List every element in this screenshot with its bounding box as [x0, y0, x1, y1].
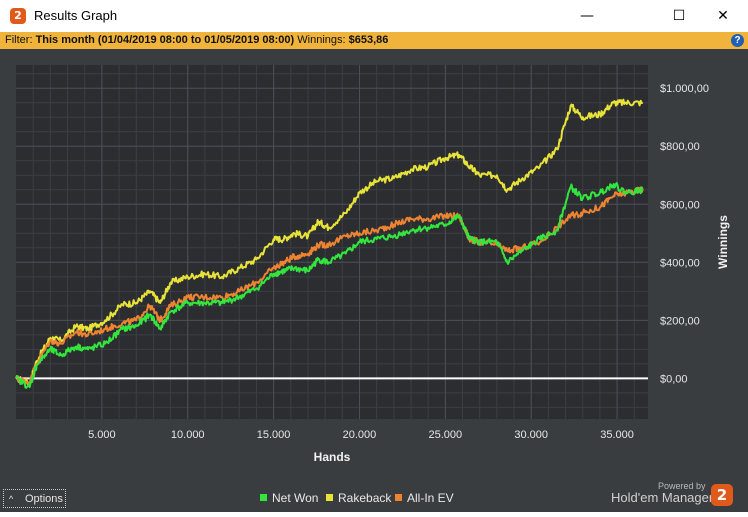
y-tick-label: $200,00: [660, 315, 700, 327]
filter-value: This month (01/04/2019 08:00 to 01/05/20…: [35, 34, 295, 46]
legend-label-net-won: Net Won: [272, 491, 319, 505]
minimize-button[interactable]: —: [564, 0, 610, 32]
maximize-button[interactable]: ☐: [656, 0, 702, 32]
brand-logo-icon: 2: [711, 484, 733, 506]
x-tick-label: 35.000: [600, 429, 634, 441]
legend-swatch-rakeback: [326, 494, 333, 502]
legend-item-all-in-ev[interactable]: All-In EV: [395, 490, 454, 506]
close-button[interactable]: ✕: [700, 0, 746, 32]
y-tick-label: $0,00: [660, 373, 688, 385]
x-tick-label: 25.000: [429, 429, 463, 441]
legend-swatch-net-won: [260, 494, 267, 502]
winnings-value: $653,86: [348, 34, 389, 46]
y-tick-label: $600,00: [660, 199, 700, 211]
filter-label: Filter:: [5, 34, 33, 46]
app-logo-icon: 2: [10, 8, 26, 24]
x-tick-label: 10.000: [171, 429, 205, 441]
x-tick-label: 20.000: [343, 429, 377, 441]
results-graph: 5.000 10.000 15.000 20.000 25.000 30.000 35.00…: [15, 65, 730, 464]
y-tick-label: $800,00: [660, 141, 700, 153]
x-tick-label: 30.000: [514, 429, 548, 441]
legend-label-rakeback: Rakeback: [338, 491, 392, 505]
x-tick-label: 15.000: [257, 429, 291, 441]
plot-background: [16, 65, 648, 419]
x-tick-label: 5.000: [88, 429, 116, 441]
y-tick-labels: $0,00 $200,00 $400,00 $600,00 $800,00 $1.000,…: [660, 83, 709, 385]
y-tick-label: $400,00: [660, 257, 700, 269]
x-tick-labels: 5.000 10.000 15.000 20.000 25.000 30.000 35.00…: [88, 429, 634, 441]
help-icon[interactable]: ?: [731, 34, 744, 47]
y-axis-label: Winnings: [716, 215, 730, 269]
legend-item-net-won[interactable]: Net Won: [260, 490, 318, 506]
legend-item-rakeback[interactable]: Rakeback: [326, 490, 391, 506]
winnings-label: Winnings:: [297, 34, 346, 46]
x-axis-label: Hands: [314, 450, 351, 464]
y-tick-label: $1.000,00: [660, 83, 709, 95]
chart-area: 5.000 10.000 15.000 20.000 25.000 30.000 35.00…: [0, 49, 748, 512]
legend-label-all-in-ev: All-In EV: [407, 491, 454, 505]
filter-bar: Filter: This month (01/04/2019 08:00 to …: [0, 32, 748, 49]
title-bar: 2 Results Graph — ☐ ✕: [0, 0, 748, 32]
window-title: Results Graph: [34, 8, 118, 23]
legend-swatch-all-in-ev: [395, 494, 402, 502]
brand-name: Hold'em Manager: [611, 490, 714, 505]
